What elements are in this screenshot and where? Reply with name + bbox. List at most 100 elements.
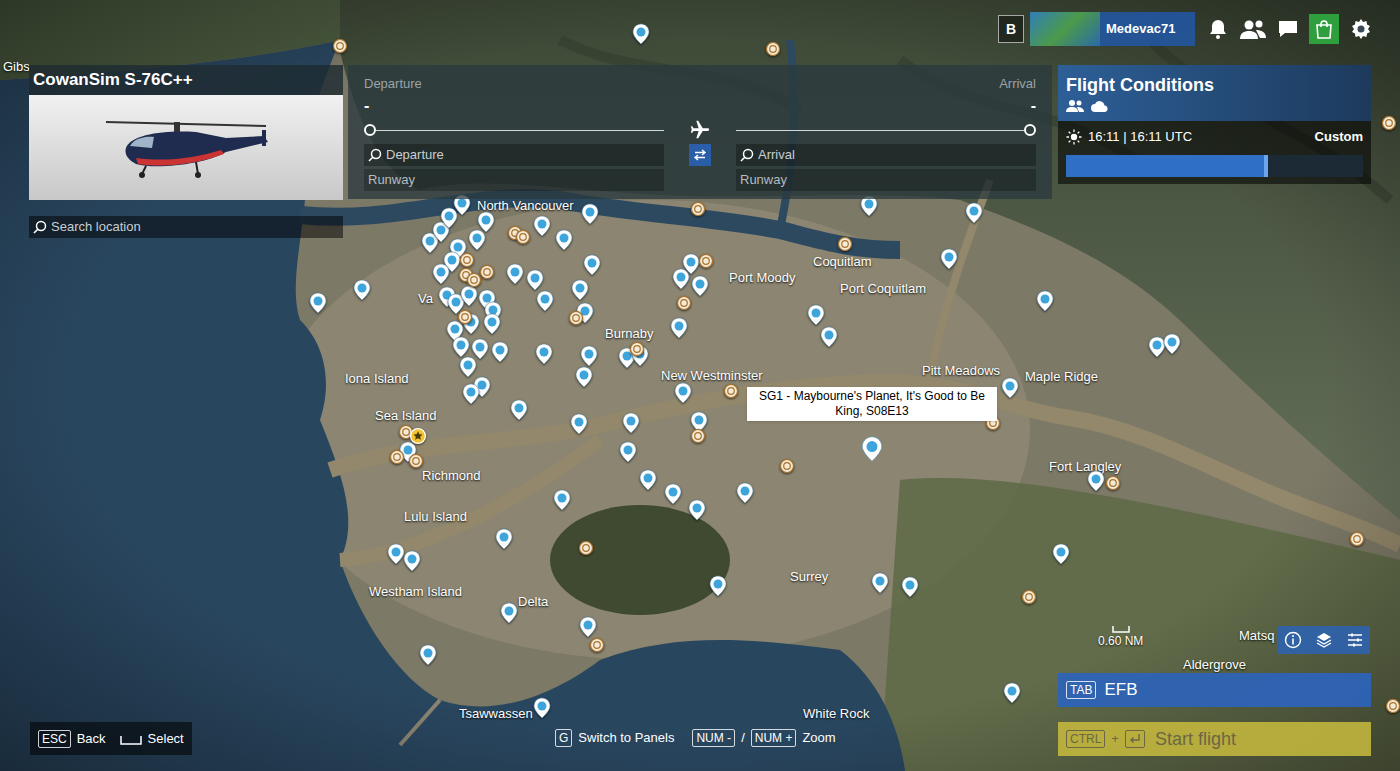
map-pin[interactable]: [683, 393, 701, 415]
helipad-icon[interactable]: [630, 342, 645, 357]
start-flight-button[interactable]: CTRL + Start flight: [1058, 722, 1371, 756]
poi-pin-icon[interactable]: [468, 229, 486, 251]
poi-pin-icon[interactable]: [901, 576, 919, 598]
map-pin[interactable]: [869, 206, 887, 228]
poi-pin-icon[interactable]: [571, 279, 589, 301]
poi-pin-icon[interactable]: [580, 345, 598, 367]
departure-search[interactable]: [364, 144, 664, 166]
flight-conditions[interactable]: Flight Conditions 16:11 | 16:11 UTC Cust…: [1058, 65, 1371, 184]
arrival-runway[interactable]: Runway: [736, 169, 1036, 191]
poi-pin-icon[interactable]: [583, 254, 601, 276]
poi-pin-icon[interactable]: [477, 211, 495, 233]
poi-pin-icon[interactable]: [1001, 377, 1019, 399]
poi-pin-icon[interactable]: [674, 382, 692, 404]
poi-pin-icon[interactable]: [736, 482, 754, 504]
map-pin[interactable]: [340, 46, 355, 61]
map-pin[interactable]: [449, 218, 467, 240]
search-location[interactable]: [29, 216, 343, 238]
map-pin[interactable]: [584, 377, 602, 399]
helipad-icon[interactable]: [1022, 590, 1037, 605]
poi-pin-icon[interactable]: [691, 275, 709, 297]
poi-pin-icon[interactable]: [536, 290, 554, 312]
helipad-icon[interactable]: [691, 202, 706, 217]
poi-pin-icon[interactable]: [440, 207, 458, 229]
selected-pin-icon[interactable]: [861, 436, 883, 463]
map-pin[interactable]: [477, 240, 495, 262]
map-pin[interactable]: [465, 317, 480, 332]
map-pin[interactable]: [1045, 301, 1063, 323]
poi-pin-icon[interactable]: [622, 412, 640, 434]
poi-pin-icon[interactable]: [670, 317, 688, 339]
map-pin[interactable]: [500, 352, 518, 374]
helipad-icon[interactable]: [333, 39, 348, 54]
helipad-icon[interactable]: [516, 230, 531, 245]
map-pin[interactable]: [1061, 554, 1079, 576]
map-pin[interactable]: [718, 586, 736, 608]
arrival-search[interactable]: [736, 144, 1036, 166]
b-key[interactable]: B: [998, 15, 1024, 43]
poi-pin-icon[interactable]: [506, 263, 524, 285]
helipad-icon[interactable]: [467, 273, 482, 288]
map-pin[interactable]: [535, 280, 553, 302]
map-pin[interactable]: [519, 410, 537, 432]
poi-pin-icon[interactable]: [1163, 333, 1181, 355]
poi-pin-icon[interactable]: [533, 215, 551, 237]
poi-pin-icon[interactable]: [820, 326, 838, 348]
helipad-icon[interactable]: [409, 454, 424, 469]
poi-pin-icon[interactable]: [403, 550, 421, 572]
map-pin[interactable]: [486, 222, 504, 244]
arrival-input[interactable]: [758, 145, 1032, 165]
map-pin[interactable]: [684, 303, 699, 318]
aircraft-card[interactable]: CowanSim S-76C++: [29, 65, 343, 200]
map-pin[interactable]: [562, 500, 580, 522]
helipad-icon[interactable]: [699, 254, 714, 269]
map-pin[interactable]: [474, 280, 489, 295]
map-pin[interactable]: [637, 349, 652, 364]
map-pin[interactable]: [592, 265, 610, 287]
helipad-icon[interactable]: [1386, 699, 1400, 714]
map-pin[interactable]: [597, 645, 612, 660]
poi-pin-icon[interactable]: [309, 292, 327, 314]
map-pin[interactable]: [745, 493, 763, 515]
map-pin[interactable]: [585, 313, 603, 335]
map-pin[interactable]: [579, 424, 597, 446]
poi-pin-icon[interactable]: [471, 338, 489, 360]
selected-pin[interactable]: [872, 449, 894, 476]
helipad-icon[interactable]: [1350, 532, 1365, 547]
map-pin[interactable]: [1389, 123, 1400, 138]
poi-pin-icon[interactable]: [459, 356, 477, 378]
poi-pin-icon[interactable]: [419, 644, 437, 666]
poi-pin-icon[interactable]: [682, 253, 700, 275]
map-pin[interactable]: [773, 49, 788, 64]
helipad-icon[interactable]: [480, 265, 495, 280]
airport-star-icon[interactable]: [410, 428, 427, 445]
map-pin[interactable]: [482, 387, 500, 409]
map-pin[interactable]: [1010, 388, 1028, 410]
poi-pin-icon[interactable]: [579, 616, 597, 638]
map-pin[interactable]: [428, 655, 446, 677]
poi-pin-icon[interactable]: [575, 366, 593, 388]
map-pin[interactable]: [504, 539, 522, 561]
poi-pin-icon[interactable]: [940, 248, 958, 270]
swap-button[interactable]: [689, 144, 711, 166]
map-pin[interactable]: [974, 213, 992, 235]
map-pin[interactable]: [641, 34, 659, 56]
poi-pin-icon[interactable]: [1003, 682, 1021, 704]
poi-pin-icon[interactable]: [510, 399, 528, 421]
poi-pin-icon[interactable]: [965, 202, 983, 224]
departure-input[interactable]: [386, 145, 660, 165]
poi-pin-icon[interactable]: [581, 203, 599, 225]
map-pin[interactable]: [787, 466, 802, 481]
map-pin[interactable]: [1357, 539, 1372, 554]
map-pin[interactable]: [362, 290, 380, 312]
map-pin[interactable]: [523, 237, 538, 252]
poi-pin-icon[interactable]: [526, 269, 544, 291]
map-pin[interactable]: [648, 480, 666, 502]
poi-pin-icon[interactable]: [535, 343, 553, 365]
map-pin[interactable]: [949, 259, 967, 281]
poi-pin-icon[interactable]: [1036, 290, 1054, 312]
efb-button[interactable]: TAB EFB: [1058, 673, 1371, 707]
map-pin[interactable]: [698, 209, 713, 224]
helipad-icon[interactable]: [1106, 476, 1121, 491]
layers-icon[interactable]: [1315, 631, 1333, 649]
